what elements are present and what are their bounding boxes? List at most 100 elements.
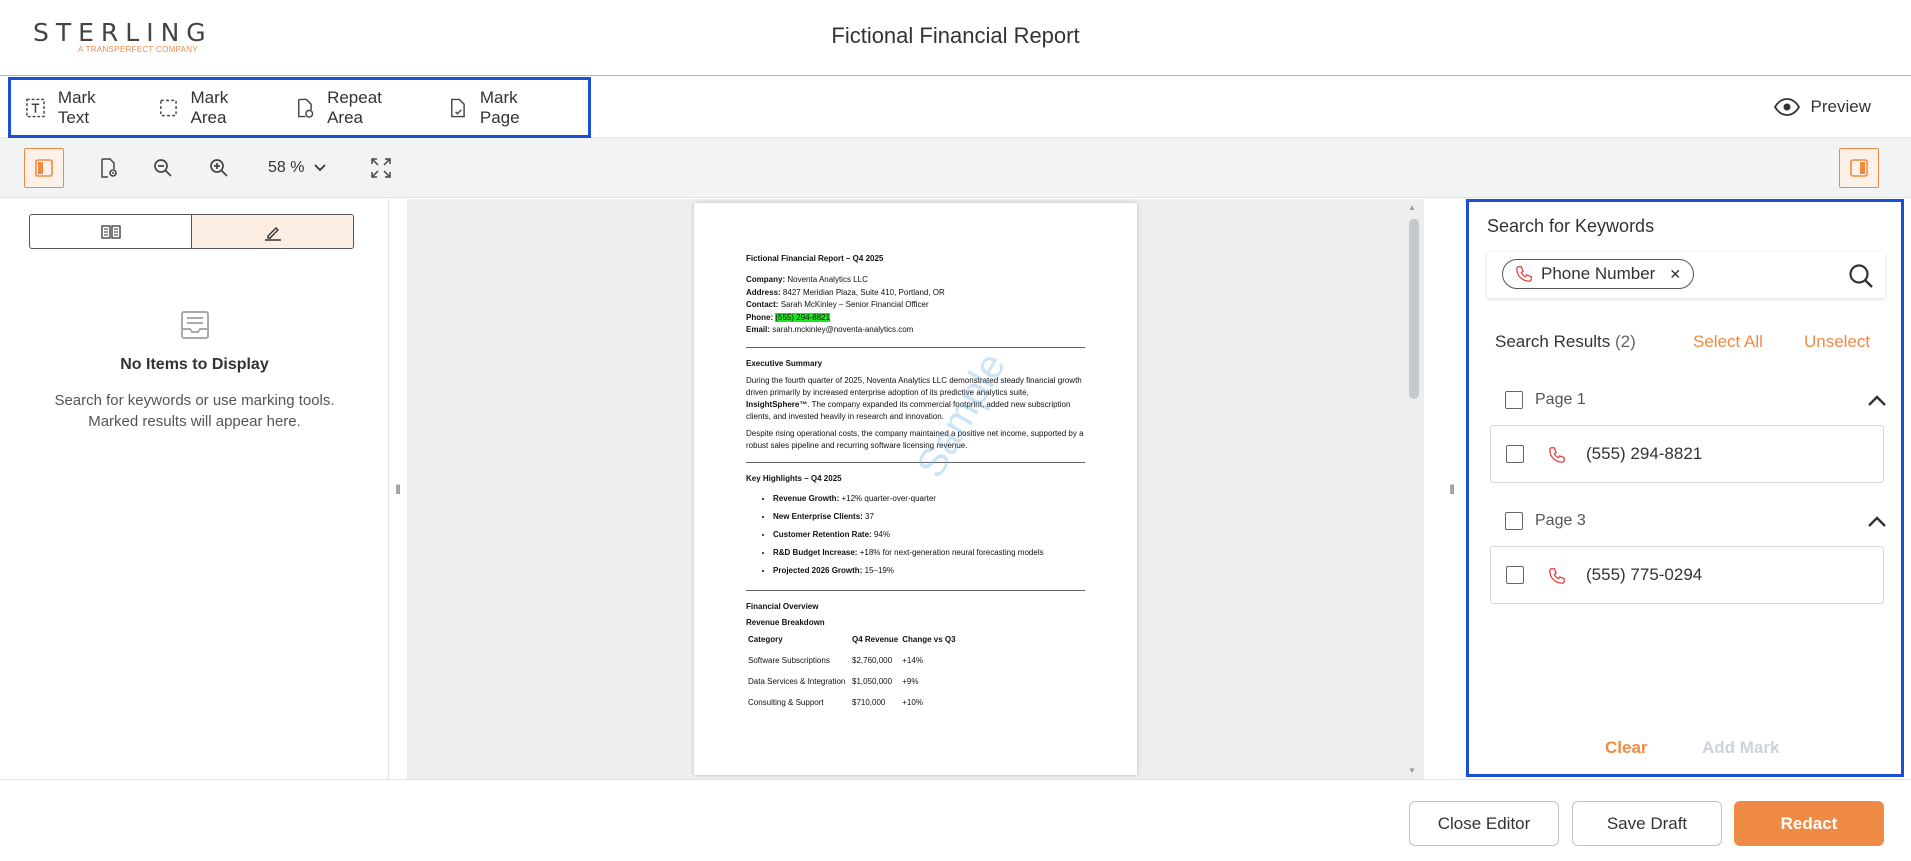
doc-contact-label: Contact: (746, 300, 779, 309)
book-icon (100, 224, 121, 239)
highlight-label: New Enterprise Clients: (773, 511, 863, 521)
result-value: (555) 294-8821 (1586, 444, 1703, 463)
scrollbar-thumb[interactable] (1409, 219, 1419, 399)
keyword-chip-label: Phone Number (1541, 264, 1656, 283)
toggle-right-panel-button[interactable] (1839, 148, 1879, 188)
zoom-level-select[interactable]: 58 % (268, 148, 327, 188)
preview-label: Preview (1810, 97, 1871, 116)
list-item: New Enterprise Clients: 37 (773, 508, 1085, 526)
tab-marked-view[interactable] (191, 215, 353, 248)
close-editor-button[interactable]: Close Editor (1409, 801, 1559, 846)
empty-title: No Items to Display (120, 356, 269, 373)
page-group-checkbox[interactable] (1505, 512, 1523, 530)
panel-view-toggle (29, 214, 354, 249)
right-panel-icon (1850, 159, 1868, 177)
mark-area-label: Mark Area (190, 87, 229, 127)
chevron-up-icon[interactable] (1867, 393, 1887, 407)
scroll-down-arrow[interactable]: ▼ (1408, 766, 1416, 775)
doc-report-title: Fictional Financial Report – Q4 2025 (746, 254, 884, 263)
save-draft-button[interactable]: Save Draft (1572, 801, 1722, 846)
page-settings-button[interactable] (88, 148, 128, 188)
unselect-button[interactable]: Unselect (1804, 332, 1870, 352)
doc-divider (746, 589, 1085, 591)
table-cell: Software Subscriptions (748, 655, 830, 665)
tab-list-view[interactable] (30, 215, 191, 248)
fit-screen-button[interactable] (361, 148, 401, 188)
doc-phone-line: Phone: (555) 294-8821 (746, 312, 1085, 325)
keyword-panel-title: Search for Keywords (1487, 216, 1655, 236)
page-settings-icon (101, 158, 117, 178)
document-page: Fictional Financial Report – Q4 2025 Com… (694, 203, 1137, 775)
redact-button[interactable]: Redact (1734, 801, 1884, 846)
table-cell: $710,000 (852, 697, 886, 707)
repeat-area-icon (298, 98, 314, 118)
search-icon[interactable] (1847, 262, 1875, 290)
view-controls-bar: 58 % (0, 138, 1911, 198)
document-viewer: Fictional Financial Report – Q4 2025 Com… (407, 199, 1424, 779)
document-scrollbar[interactable]: ▲ ▼ (1404, 199, 1424, 779)
doc-address-value: 8427 Meridian Plaza, Suite 410, Portland… (782, 287, 945, 297)
remove-chip-icon[interactable]: ✕ (1669, 266, 1681, 283)
clear-button[interactable]: Clear (1605, 738, 1648, 758)
right-panel-resize-handle[interactable]: ‖ (1443, 199, 1461, 779)
doc-exec-p1-text: During the fourth quarter of 2025, Noven… (746, 375, 1082, 397)
page-group-label: Page 3 (1535, 512, 1586, 529)
preview-button[interactable]: Preview (1773, 87, 1871, 127)
doc-phone-highlight[interactable]: (555) 294-8821 (775, 312, 831, 322)
search-result-item[interactable]: (555) 294-8821 (1490, 425, 1884, 483)
page-group-checkbox[interactable] (1505, 391, 1523, 409)
eye-icon (1773, 98, 1800, 116)
table-cell: +9% (902, 676, 919, 686)
table-cell: +10% (902, 697, 923, 707)
doc-highlights-list: Revenue Growth: +12% quarter-over-quarte… (773, 490, 1085, 580)
mark-text-icon (26, 98, 45, 117)
add-mark-button[interactable]: Add Mark (1702, 738, 1779, 758)
chevron-up-icon[interactable] (1867, 514, 1887, 528)
keyword-chip: Phone Number ✕ (1502, 259, 1695, 289)
doc-contact-value: Sarah McKinley – Senior Financial Office… (780, 300, 929, 309)
toggle-left-panel-button[interactable] (24, 148, 64, 188)
results-label: Search Results (1495, 332, 1611, 351)
scroll-up-arrow[interactable]: ▲ (1408, 203, 1416, 212)
app-header: STERLING A TRANSPERFECT COMPANY Fictiona… (0, 0, 1911, 76)
repeat-area-label: Repeat Area (327, 87, 382, 127)
table-header: Q4 Revenue (852, 634, 899, 644)
empty-line-2: Marked results will appear here. (88, 413, 301, 430)
doc-highlights-heading: Key Highlights – Q4 2025 (746, 473, 842, 483)
left-panel-resize-handle[interactable]: ‖ (389, 199, 407, 779)
search-result-item[interactable]: (555) 775-0294 (1490, 546, 1884, 604)
doc-address-label: Address: (746, 287, 781, 297)
action-footer: Close Editor Save Draft Redact (0, 779, 1911, 861)
doc-exec-heading: Executive Summary (746, 358, 823, 368)
mark-text-button[interactable]: Mark Text (25, 88, 128, 128)
mark-area-icon (159, 99, 177, 116)
fit-screen-icon (371, 158, 391, 178)
highlight-value: 94% (873, 529, 890, 539)
highlight-value: +12% quarter-over-quarter (841, 493, 936, 503)
highlight-value: +18% for next-generation neural forecast… (859, 547, 1044, 557)
doc-contact-line: Contact: Sarah McKinley – Senior Financi… (746, 299, 1085, 312)
mark-area-button[interactable]: Mark Area (158, 88, 265, 128)
table-row: Software Subscriptions $2,760,000 +14% (746, 656, 958, 677)
table-cell: $1,050,000 (852, 676, 893, 686)
marking-toolbar: Mark Text Mark Area Repeat Area Mark Pag… (0, 77, 1911, 138)
keyword-search-input[interactable]: Phone Number ✕ (1487, 252, 1885, 298)
page-group-label: Page 1 (1535, 391, 1586, 408)
mark-tools-group: Mark Text Mark Area Repeat Area Mark Pag… (8, 77, 591, 138)
select-all-button[interactable]: Select All (1693, 332, 1763, 352)
zoom-in-icon (210, 159, 228, 177)
doc-exec-p1-bold: InsightSphere™ (746, 399, 808, 409)
result-checkbox[interactable] (1506, 445, 1524, 463)
repeat-area-button[interactable]: Repeat Area (294, 88, 417, 128)
mark-page-button[interactable]: Mark Page (447, 88, 558, 128)
result-checkbox[interactable] (1506, 566, 1524, 584)
doc-company-line: Company: Noventa Analytics LLC (746, 274, 1085, 287)
doc-divider (746, 346, 1085, 348)
list-item: R&D Budget Increase: +18% for next-gener… (773, 544, 1085, 562)
doc-exec-para-2: Despite rising operational costs, the co… (746, 428, 1084, 450)
empty-line-1: Search for keywords or use marking tools… (54, 392, 335, 409)
doc-address-line: Address: 8427 Meridian Plaza, Suite 410,… (746, 287, 1085, 300)
zoom-out-button[interactable] (143, 148, 183, 188)
zoom-in-button[interactable] (199, 148, 239, 188)
doc-financial-heading: Financial Overview (746, 601, 819, 611)
